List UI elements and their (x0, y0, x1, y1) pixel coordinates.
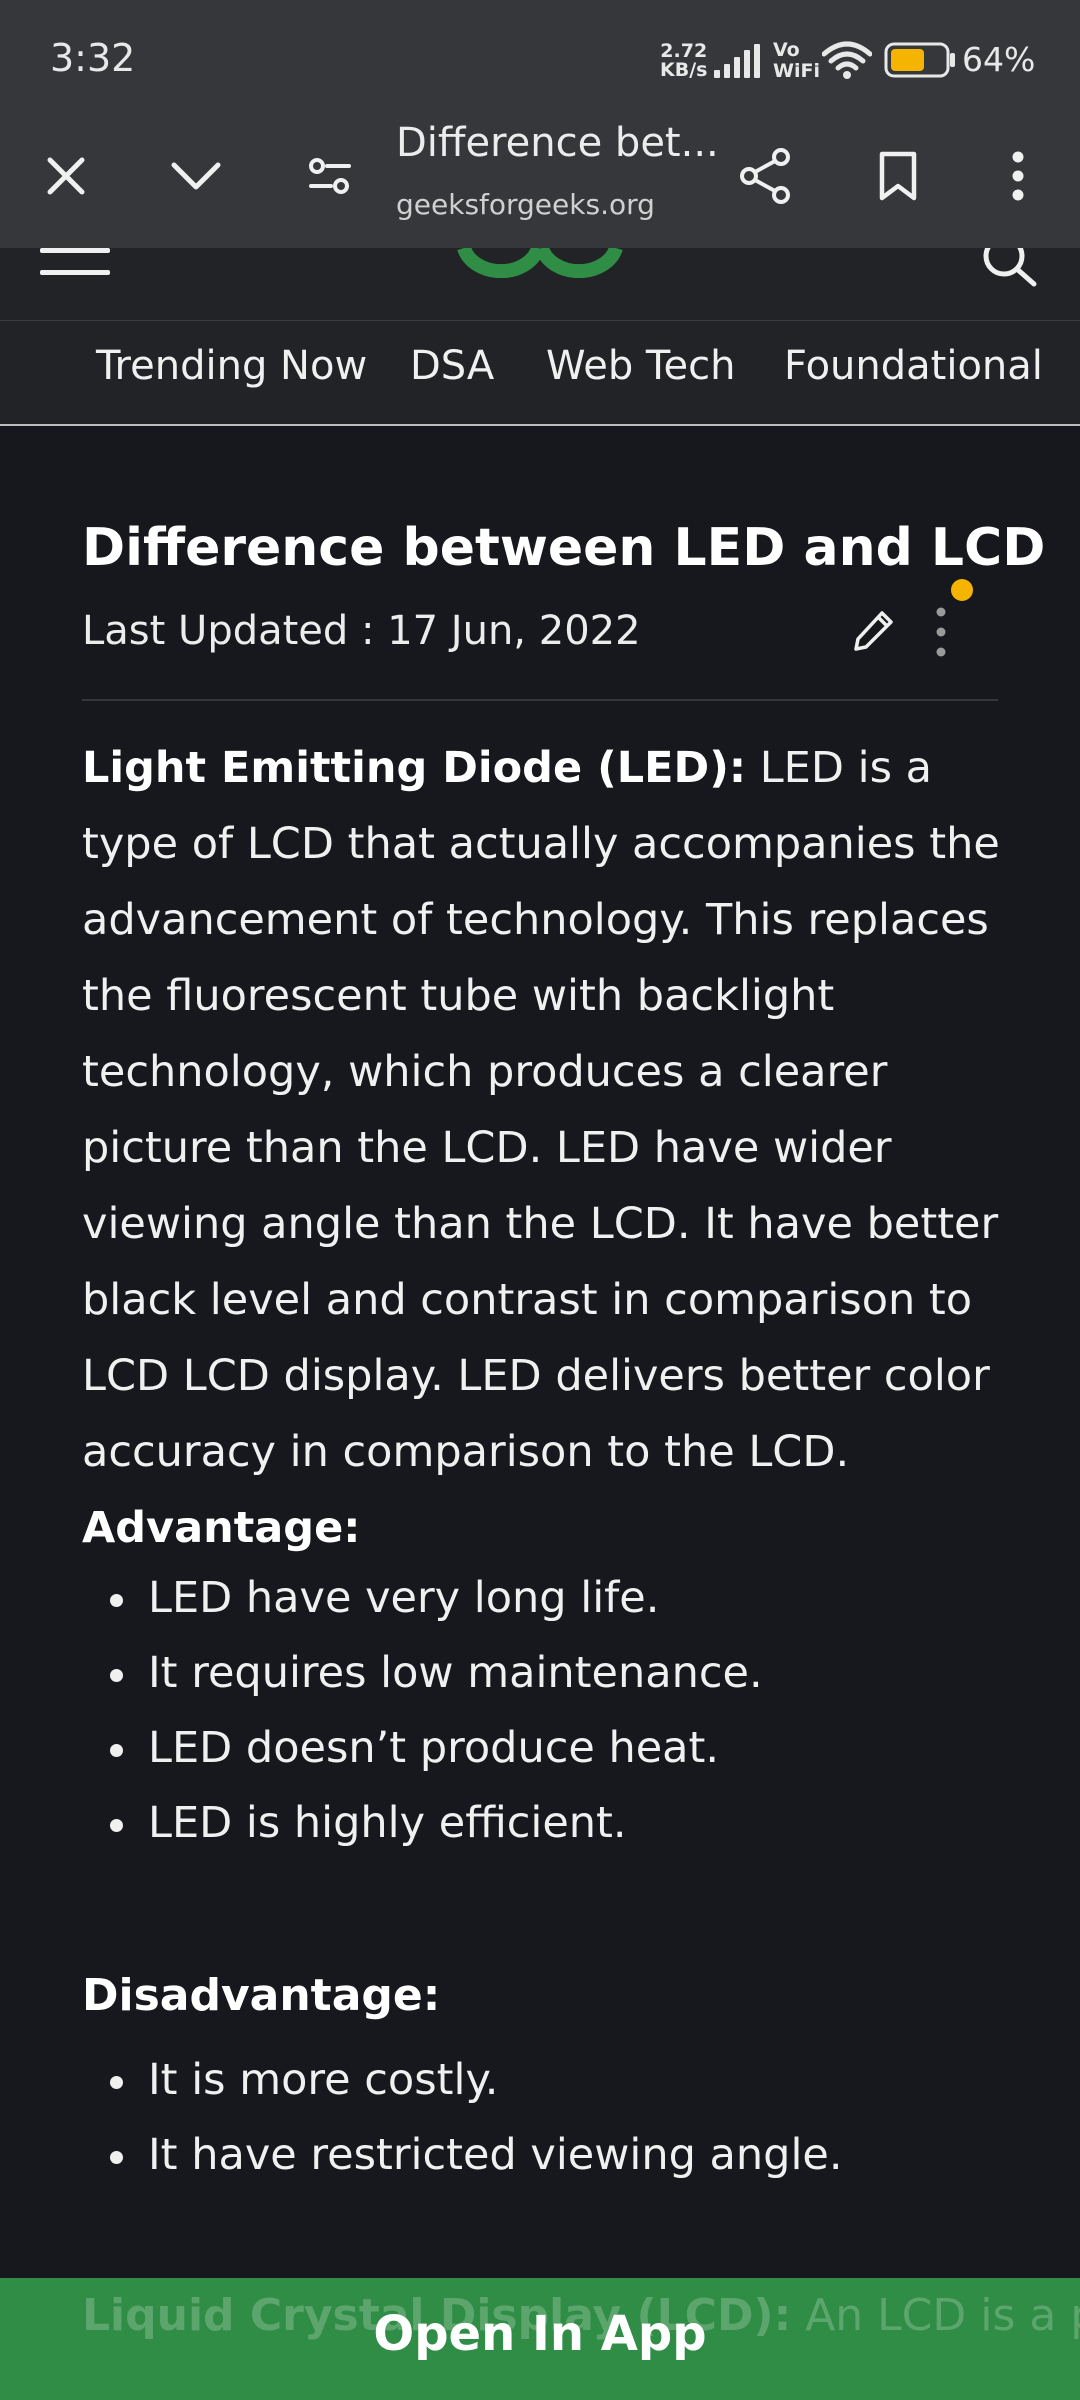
hamburger-menu-icon[interactable] (40, 248, 112, 276)
disadvantages-list: It is more costly. It have restricted vi… (82, 2043, 843, 2193)
status-time: 3:32 (50, 36, 136, 80)
list-item: It requires low maintenance. (82, 1636, 763, 1711)
advantage-label: Advantage: (82, 1503, 361, 1553)
vowifi-indicator: Vo WiFi (773, 40, 820, 82)
list-item: LED doesn’t produce heat. (82, 1711, 763, 1786)
article-options-icon[interactable] (934, 604, 948, 660)
notification-dot (951, 579, 973, 601)
wifi-icon (822, 41, 872, 79)
list-item: LED have very long life. (82, 1561, 763, 1636)
edit-pencil-icon[interactable] (852, 608, 896, 652)
site-header (0, 248, 1080, 320)
led-heading: Light Emitting Diode (LED): (82, 743, 747, 793)
close-icon (47, 157, 85, 195)
status-bar: 3:32 2.72 KB/s Vo WiFi 64% (0, 0, 1080, 120)
led-description: LED is a type of LCD that actually accom… (82, 743, 1000, 1477)
category-nav: Trending Now DSA Web Tech Foundational (0, 320, 1080, 426)
network-speed-unit: KB/s (660, 59, 708, 81)
list-item: It have restricted viewing angle. (82, 2118, 843, 2193)
share-button[interactable] (730, 140, 802, 212)
site-search-icon[interactable] (978, 248, 1040, 288)
article-title: Difference between LED and LCD (82, 518, 1046, 578)
more-options-button[interactable] (982, 140, 1054, 212)
last-updated: Last Updated : 17 Jun, 2022 (82, 608, 641, 654)
signal-icon (714, 44, 760, 78)
nav-item-foundational[interactable]: Foundational (784, 343, 1043, 389)
vowifi-line2: WiFi (773, 60, 820, 82)
share-icon (740, 148, 790, 204)
nav-item-dsa[interactable]: DSA (410, 343, 494, 389)
toolbar-page-title[interactable]: Difference bet... (396, 120, 719, 166)
geeksforgeeks-logo[interactable] (454, 248, 626, 278)
article: Difference between LED and LCD Last Upda… (0, 428, 1080, 2278)
list-item: It is more costly. (82, 2043, 843, 2118)
bookmark-icon (879, 151, 917, 201)
open-in-app-button[interactable]: Open In App (0, 2306, 1080, 2362)
article-paragraph: Light Emitting Diode (LED): LED is a typ… (82, 730, 1002, 1566)
nav-item-trending-now[interactable]: Trending Now (96, 343, 367, 389)
open-in-app-banner[interactable]: Liquid Crystal Display (LCD): An LCD is … (0, 2278, 1080, 2400)
tune-icon (309, 158, 351, 194)
chevron-down-icon (171, 162, 221, 190)
nav-item-web-tech[interactable]: Web Tech (546, 343, 736, 389)
list-item: LED is highly efficient. (82, 1786, 763, 1861)
network-speed: 2.72 KB/s (660, 42, 707, 80)
more-vert-icon (1012, 151, 1024, 201)
disadvantage-heading: Disadvantage: (82, 1970, 441, 2021)
battery-icon (884, 42, 955, 78)
minimize-button[interactable] (160, 140, 232, 212)
advantages-list: LED have very long life. It requires low… (82, 1561, 763, 1861)
toolbar-url[interactable]: geeksforgeeks.org (396, 188, 655, 221)
bookmark-button[interactable] (862, 140, 934, 212)
browser-toolbar: Difference bet... geeksforgeeks.org (0, 120, 1080, 248)
site-settings-button[interactable] (294, 140, 366, 212)
battery-percent: 64% (962, 40, 1036, 79)
vowifi-line1: Vo (773, 39, 800, 61)
close-tab-button[interactable] (30, 140, 102, 212)
title-divider (82, 699, 998, 701)
